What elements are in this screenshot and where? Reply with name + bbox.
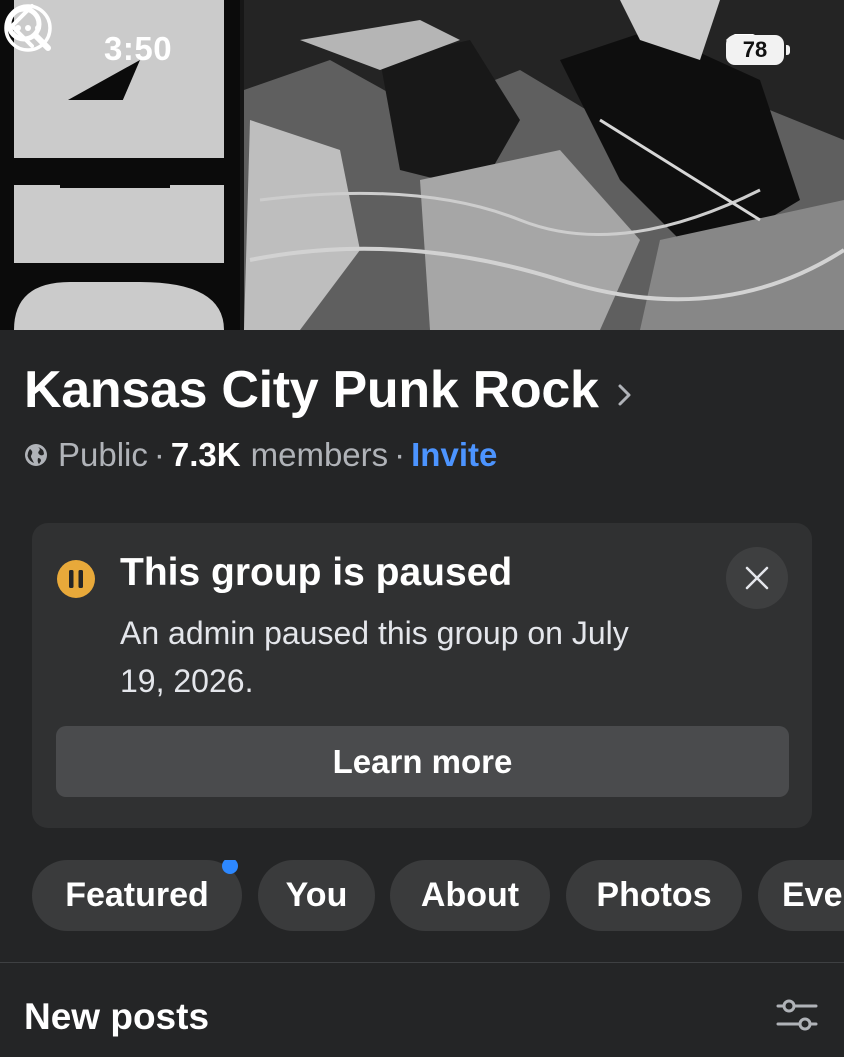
notification-dot bbox=[222, 860, 238, 874]
meta-separator: · bbox=[394, 436, 406, 473]
tab-label: Photos bbox=[596, 876, 712, 914]
paused-notice-card: This group is paused An admin paused thi… bbox=[32, 523, 812, 828]
globe-icon bbox=[25, 444, 47, 466]
invite-link[interactable]: Invite bbox=[411, 436, 497, 474]
status-icons: 78 bbox=[726, 34, 790, 66]
tab-label: Featured bbox=[65, 876, 209, 914]
group-tabs: Featured You About Photos Eve bbox=[32, 860, 844, 931]
tab-label: Eve bbox=[782, 876, 843, 914]
learn-more-button[interactable]: Learn more bbox=[56, 726, 789, 797]
close-icon bbox=[745, 566, 769, 590]
tab-you[interactable]: You bbox=[258, 860, 375, 931]
battery-indicator: 78 bbox=[726, 35, 790, 65]
tab-label: About bbox=[420, 876, 520, 914]
more-icon[interactable] bbox=[0, 0, 56, 56]
status-time: 3:50 bbox=[104, 30, 173, 67]
members-count[interactable]: 7.3K bbox=[171, 436, 241, 474]
section-divider bbox=[0, 962, 844, 963]
meta-separator: · bbox=[153, 436, 165, 473]
tab-featured[interactable]: Featured bbox=[32, 860, 242, 931]
cover-photo[interactable]: 3:50 78 bbox=[0, 0, 844, 330]
members-label[interactable]: members bbox=[251, 436, 389, 474]
group-meta: Public · 7.3K members · Invite bbox=[24, 436, 497, 474]
tab-label: You bbox=[285, 876, 348, 914]
group-title-row[interactable]: Kansas City Punk Rock bbox=[24, 360, 633, 420]
tab-about[interactable]: About bbox=[390, 860, 550, 931]
group-title: Kansas City Punk Rock bbox=[24, 361, 599, 419]
new-posts-heading: New posts bbox=[24, 996, 210, 1037]
tab-photos[interactable]: Photos bbox=[566, 860, 742, 931]
chevron-right-icon bbox=[618, 384, 631, 406]
privacy-label: Public bbox=[58, 436, 148, 473]
paused-description: An admin paused this group on July 19, 2… bbox=[120, 615, 629, 699]
filter-icon[interactable] bbox=[776, 998, 818, 1032]
close-button[interactable] bbox=[726, 547, 788, 609]
tab-events[interactable]: Eve bbox=[758, 860, 844, 931]
pause-icon bbox=[57, 560, 95, 598]
paused-title: This group is paused bbox=[120, 551, 513, 594]
